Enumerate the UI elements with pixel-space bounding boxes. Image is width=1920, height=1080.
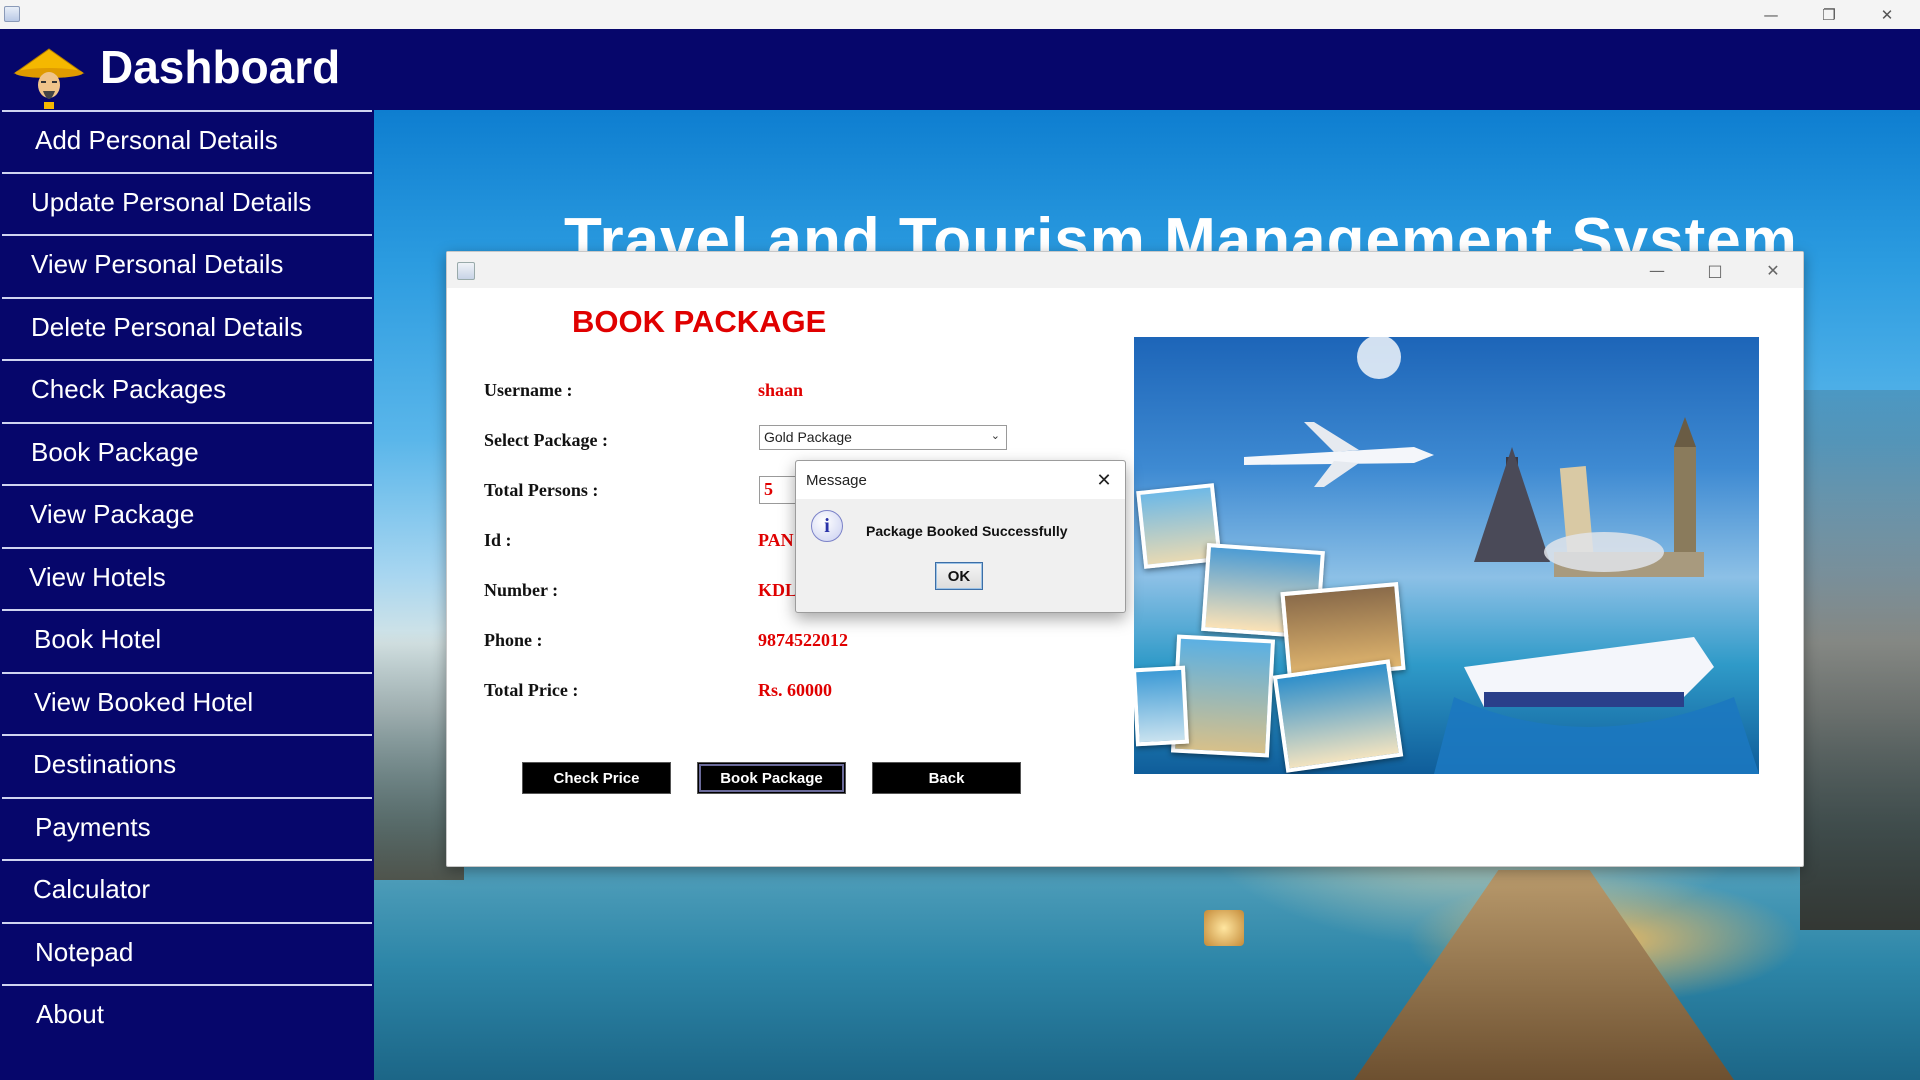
dialog-title: Message	[806, 472, 867, 489]
select-package-label: Select Package :	[484, 430, 608, 450]
username-label: Username :	[484, 380, 573, 400]
sidebar-item-update-personal-details[interactable]: Update Personal Details	[2, 172, 372, 230]
sidebar-item-view-personal-details[interactable]: View Personal Details	[2, 234, 372, 292]
sidebar-item-add-personal-details[interactable]: Add Personal Details	[2, 110, 372, 168]
photo-pier	[1134, 665, 1190, 747]
sidebar-item-label: Notepad	[35, 936, 134, 967]
man-with-straw-hat-icon	[13, 47, 85, 109]
window-title-bar: — □ ✕	[447, 252, 1803, 288]
sidebar-item-destinations[interactable]: Destinations	[2, 734, 372, 792]
sidebar-item-book-hotel[interactable]: Book Hotel	[2, 609, 372, 667]
sidebar-item-label: Calculator	[33, 873, 151, 904]
sidebar-item-calculator[interactable]: Calculator	[2, 859, 372, 917]
dialog-title-bar: Message ✕	[796, 461, 1125, 499]
lantern	[1204, 910, 1244, 946]
number-value: KDL	[758, 580, 798, 600]
message-dialog: Message ✕ i Package Booked Successfully …	[795, 460, 1126, 613]
close-icon[interactable]: ✕	[1091, 467, 1117, 493]
close-icon[interactable]: ✕	[1744, 252, 1802, 288]
check-price-button[interactable]: Check Price	[522, 762, 671, 794]
total-persons-input[interactable]: 5	[759, 476, 799, 504]
sidebar-item-view-hotels[interactable]: View Hotels	[2, 547, 372, 605]
id-value: PAN	[758, 530, 794, 550]
phone-label: Phone :	[484, 630, 543, 650]
sidebar-item-view-package[interactable]: View Package	[2, 484, 372, 542]
sidebar-item-label: View Hotels	[29, 561, 166, 592]
total-price-value: Rs. 60000	[758, 680, 833, 700]
package-select[interactable]: Gold Package ⌄	[759, 425, 1007, 450]
number-label: Number :	[484, 580, 559, 600]
sidebar-item-label: Delete Personal Details	[31, 311, 303, 342]
sidebar-item-label: View Package	[30, 498, 195, 529]
sidebar-item-label: Destinations	[33, 748, 177, 779]
sidebar-item-book-package[interactable]: Book Package	[2, 422, 372, 480]
os-title-bar: — ❐ ✕	[0, 0, 1920, 30]
information-icon: i	[811, 510, 843, 542]
sidebar-item-label: About	[36, 998, 104, 1029]
ok-button[interactable]: OK	[935, 562, 983, 590]
sidebar-item-label: View Personal Details	[31, 248, 284, 279]
sidebar-item-label: Book Hotel	[34, 623, 162, 654]
maximize-icon[interactable]: □	[1686, 252, 1744, 288]
photo-island	[1272, 659, 1404, 773]
sidebar-item-notepad[interactable]: Notepad	[2, 922, 372, 980]
total-persons-label: Total Persons :	[484, 480, 599, 500]
phone-value: 9874522012	[758, 630, 848, 650]
travel-collage-image	[1134, 337, 1759, 774]
sidebar-item-label: Book Package	[31, 436, 199, 467]
sidebar-item-label: Update Personal Details	[31, 186, 312, 217]
chevron-down-icon: ⌄	[990, 429, 1000, 442]
minimize-icon[interactable]: —	[1742, 0, 1800, 29]
sidebar-item-label: View Booked Hotel	[34, 686, 254, 717]
sidebar-item-about[interactable]: About	[2, 984, 372, 1042]
sidebar-item-payments[interactable]: Payments	[2, 797, 372, 855]
book-package-button[interactable]: Book Package	[697, 762, 846, 794]
sidebar-item-label: Payments	[35, 811, 151, 842]
sidebar-item-view-booked-hotel[interactable]: View Booked Hotel	[2, 672, 372, 730]
total-price-label: Total Price :	[484, 680, 579, 700]
package-select-value: Gold Package	[764, 429, 852, 445]
java-app-icon	[457, 262, 475, 280]
sidebar: Add Personal Details Update Personal Det…	[0, 110, 374, 1080]
java-app-icon	[4, 6, 20, 22]
minimize-icon[interactable]: —	[1628, 252, 1686, 288]
book-package-heading: BOOK PACKAGE	[572, 304, 827, 339]
close-icon[interactable]: ✕	[1858, 0, 1916, 29]
sidebar-item-label: Check Packages	[31, 373, 227, 404]
page-title: Dashboard	[100, 41, 341, 93]
sidebar-item-label: Add Personal Details	[35, 124, 278, 155]
restore-icon[interactable]: ❐	[1800, 0, 1858, 29]
back-button[interactable]: Back	[872, 762, 1021, 794]
sidebar-item-check-packages[interactable]: Check Packages	[2, 359, 372, 417]
dialog-message: Package Booked Successfully	[866, 523, 1068, 539]
username-value: shaan	[758, 380, 804, 400]
id-label: Id :	[484, 530, 512, 550]
palm-tree-right	[1800, 390, 1920, 930]
sidebar-item-delete-personal-details[interactable]: Delete Personal Details	[2, 297, 372, 355]
